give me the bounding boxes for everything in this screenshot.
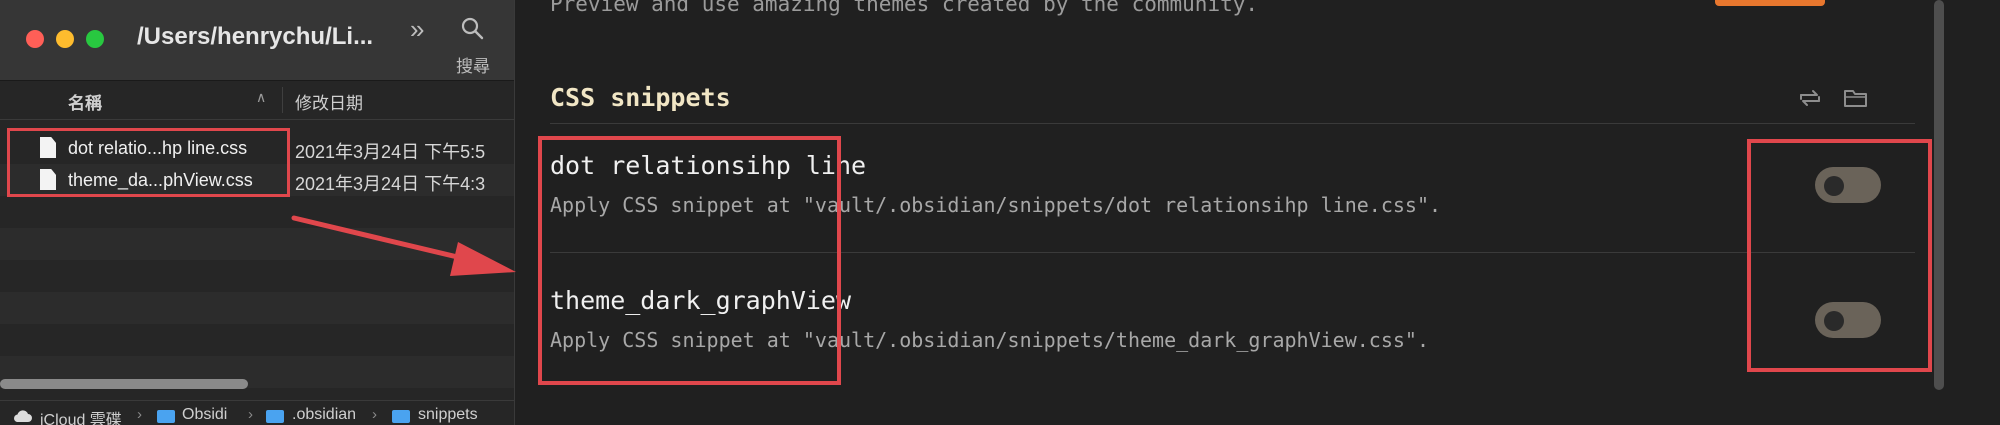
name-column-header[interactable]: 名稱 bbox=[68, 89, 102, 114]
annotation-box-snippets bbox=[538, 136, 841, 385]
path-item-snippets[interactable]: snippets bbox=[418, 406, 478, 424]
more-icon[interactable]: » bbox=[410, 14, 424, 45]
path-separator-icon: › bbox=[248, 406, 253, 423]
file-date: 2021年3月24日 下午5:5 bbox=[295, 142, 486, 162]
annotation-arrow-icon bbox=[291, 215, 516, 276]
obsidian-settings-panel: Preview and use amazing themes created b… bbox=[515, 0, 2000, 425]
manage-themes-button[interactable] bbox=[1715, 0, 1825, 6]
section-divider bbox=[550, 123, 1915, 124]
zoom-window-button[interactable] bbox=[86, 30, 104, 48]
sort-ascending-icon: ∧ bbox=[256, 89, 267, 105]
path-item-icloud[interactable]: iCloud 雲碟 bbox=[40, 406, 122, 425]
search-label: 搜尋 bbox=[456, 57, 490, 76]
themes-description: Preview and use amazing themes created b… bbox=[550, 0, 1259, 16]
column-divider[interactable] bbox=[282, 87, 283, 113]
path-item-obsidian[interactable]: Obsidi bbox=[182, 406, 227, 424]
path-separator-icon: › bbox=[372, 406, 377, 423]
annotation-box-toggles bbox=[1747, 139, 1932, 372]
date-column-header[interactable]: 修改日期 bbox=[295, 89, 363, 114]
path-bar: iCloud 雲碟 › Obsidi › .obsidian › snippet… bbox=[0, 400, 514, 425]
window-title: /Users/henrychu/Li... bbox=[137, 23, 374, 50]
folder-icon bbox=[266, 410, 284, 423]
search-icon[interactable] bbox=[460, 16, 484, 40]
path-item-dot-obsidian[interactable]: .obsidian bbox=[292, 406, 356, 424]
cloud-icon bbox=[14, 410, 32, 422]
vertical-scrollbar[interactable] bbox=[1934, 0, 1944, 390]
path-separator-icon: › bbox=[137, 406, 142, 423]
folder-icon bbox=[392, 410, 410, 423]
minimize-window-button[interactable] bbox=[56, 30, 74, 48]
folder-icon bbox=[157, 410, 175, 423]
finder-titlebar: /Users/henrychu/Li... » 搜尋 bbox=[0, 0, 514, 81]
empty-row bbox=[0, 324, 514, 356]
file-date: 2021年3月24日 下午4:3 bbox=[295, 174, 486, 194]
empty-row bbox=[0, 292, 514, 324]
close-window-button[interactable] bbox=[26, 30, 44, 48]
column-header: 名稱 ∧ 修改日期 bbox=[0, 81, 514, 120]
reload-icon[interactable] bbox=[1797, 86, 1823, 110]
horizontal-scrollbar-thumb[interactable] bbox=[0, 379, 248, 389]
annotation-box-files bbox=[7, 128, 290, 197]
css-snippets-heading: CSS snippets bbox=[550, 83, 731, 112]
open-folder-icon[interactable] bbox=[1843, 86, 1869, 110]
